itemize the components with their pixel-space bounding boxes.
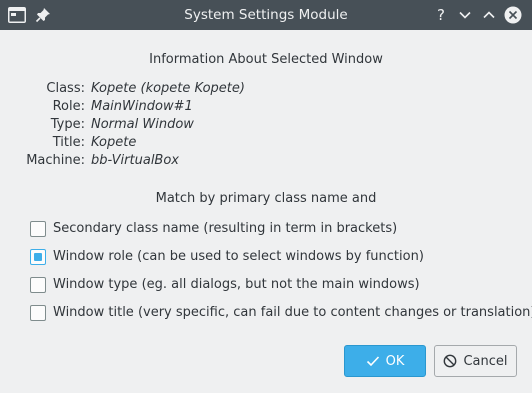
info-value: bb-VirtualBox (91, 153, 179, 168)
chevron-down-icon[interactable] (456, 6, 474, 24)
info-row-type: Type: Normal Window (0, 116, 532, 134)
info-value: Normal Window (91, 117, 194, 132)
info-label: Title: (52, 135, 85, 150)
info-label: Type: (50, 117, 85, 132)
title-bar: System Settings Module ? (0, 0, 532, 30)
checkmark-icon (366, 356, 379, 367)
checkbox[interactable] (30, 277, 46, 293)
info-value: Kopete (kopete Kopete) (91, 81, 245, 96)
info-heading: Information About Selected Window (149, 52, 383, 67)
checkbox[interactable] (30, 249, 46, 265)
close-icon[interactable] (504, 6, 522, 24)
info-row-title: Title: Kopete (0, 134, 532, 152)
info-row-class: Class: Kopete (kopete Kopete) (0, 80, 532, 98)
info-label: Role: (52, 99, 85, 114)
info-row-machine: Machine: bb-VirtualBox (0, 152, 532, 170)
option-label[interactable]: Window title (very specific, can fail du… (53, 304, 532, 322)
cancel-label: Cancel (463, 353, 508, 369)
option-label[interactable]: Window role (can be used to select windo… (53, 248, 424, 266)
window-title: System Settings Module (184, 7, 348, 23)
info-label: Class: (46, 81, 85, 96)
option-label[interactable]: Secondary class name (resulting in term … (53, 220, 397, 238)
match-heading: Match by primary class name and (155, 191, 377, 206)
checkbox[interactable] (30, 221, 46, 237)
info-value: MainWindow#1 (91, 99, 193, 114)
info-row-role: Role: MainWindow#1 (0, 98, 532, 116)
cancel-button[interactable]: Cancel (434, 345, 517, 377)
chevron-up-icon[interactable] (480, 6, 498, 24)
info-value: Kopete (91, 135, 137, 150)
ok-label: OK (385, 353, 405, 369)
cancel-icon (444, 354, 457, 368)
ok-button[interactable]: OK (344, 345, 426, 377)
checkbox[interactable] (30, 305, 46, 321)
info-label: Machine: (26, 153, 85, 168)
help-icon[interactable]: ? (432, 6, 450, 24)
option-label[interactable]: Window type (eg. all dialogs, but not th… (53, 276, 420, 294)
